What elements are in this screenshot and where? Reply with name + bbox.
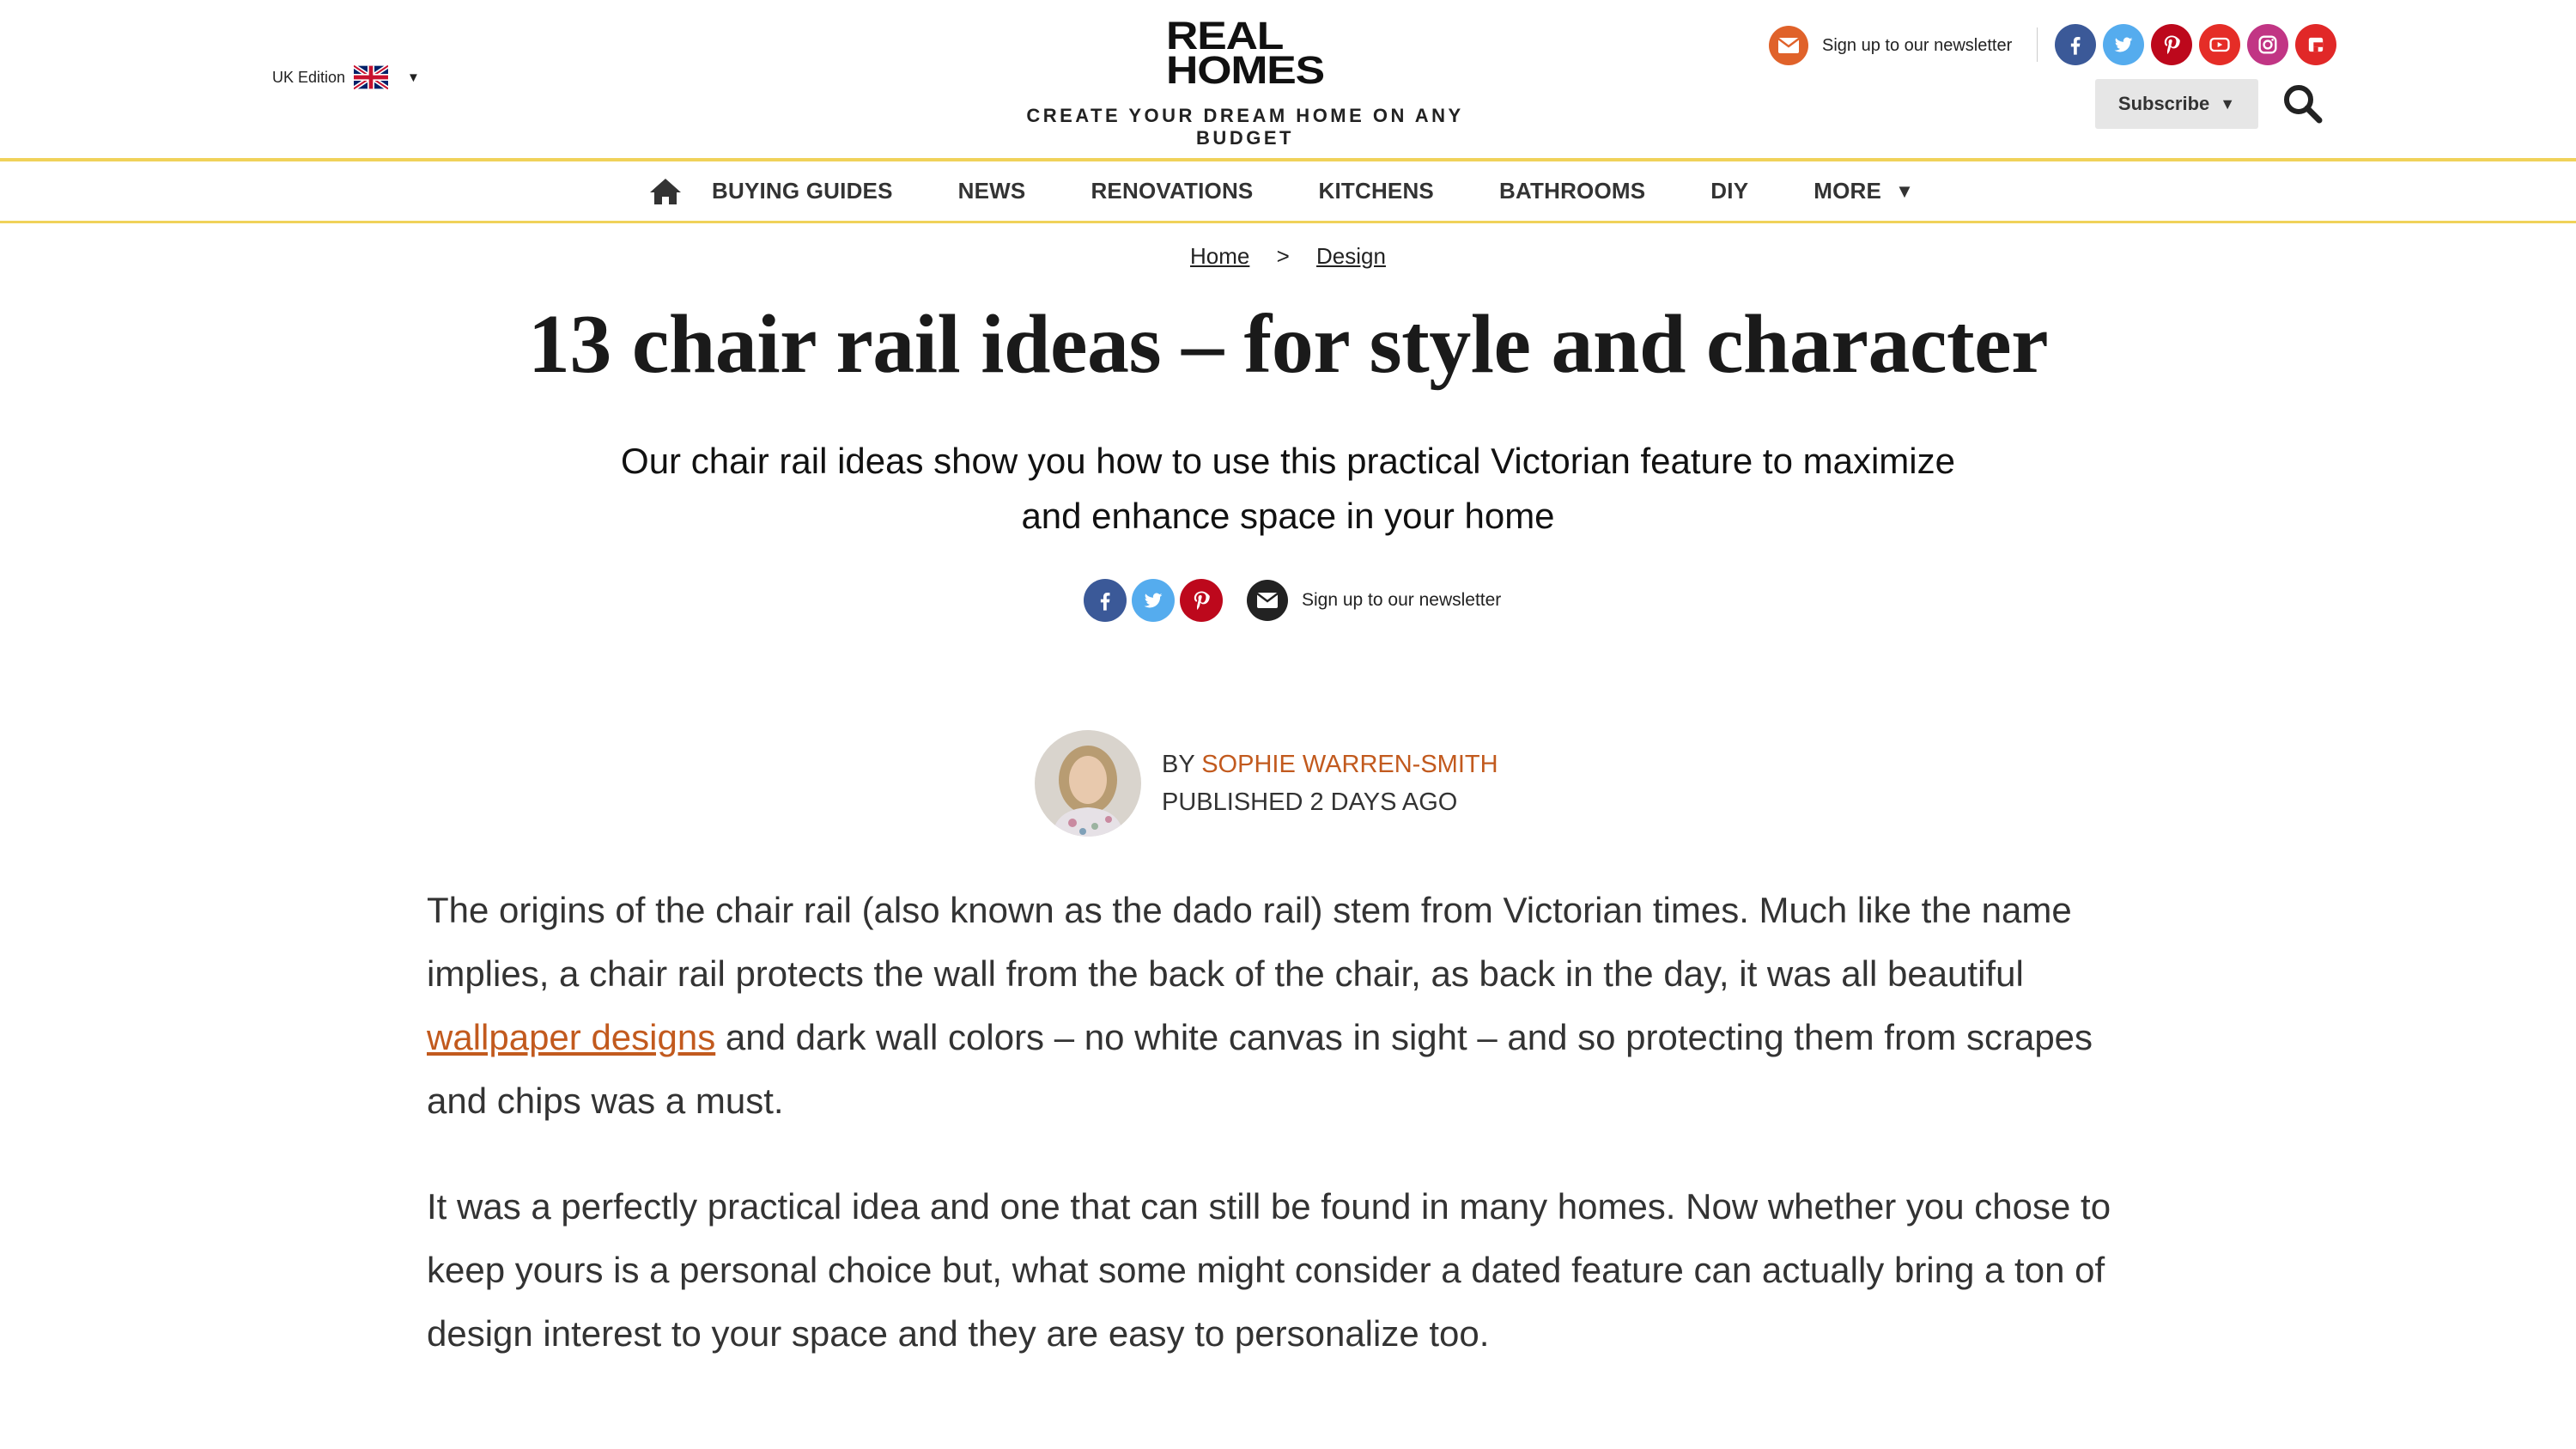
site-logo[interactable]: REAL HOMES xyxy=(1165,16,1325,92)
instagram-icon[interactable] xyxy=(2247,24,2288,65)
paragraph-1-text-a: The origins of the chair rail (also know… xyxy=(427,890,2072,994)
article-subtitle: Our chair rail ideas show you how to use… xyxy=(621,441,1955,536)
header-divider xyxy=(2037,27,2038,62)
newsletter-label: Sign up to our newsletter xyxy=(1822,35,2013,55)
share-pinterest-icon[interactable] xyxy=(1180,579,1223,622)
author-avatar[interactable] xyxy=(1035,730,1141,837)
flipboard-icon[interactable] xyxy=(2295,24,2336,65)
chevron-down-icon: ▼ xyxy=(2220,94,2236,113)
main-nav: BUYING GUIDES NEWS RENOVATIONS KITCHENS … xyxy=(0,158,2576,223)
wallpaper-designs-link[interactable]: wallpaper designs xyxy=(427,1017,715,1057)
breadcrumb-design-link[interactable]: Design xyxy=(1316,243,1386,269)
article-body: The origins of the chair rail (also know… xyxy=(427,879,2144,1408)
breadcrumb-separator: > xyxy=(1276,243,1290,269)
search-icon[interactable] xyxy=(2280,81,2326,127)
newsletter-signup-link[interactable]: Sign up to our newsletter xyxy=(1769,26,2012,65)
share-facebook-icon[interactable] xyxy=(1084,579,1127,622)
byline: BY SOPHIE WARREN-SMITH PUBLISHED 2 DAYS … xyxy=(1035,730,1498,837)
byline-prefix: BY xyxy=(1162,751,1202,778)
youtube-icon[interactable] xyxy=(2199,24,2240,65)
subscribe-label: Subscribe xyxy=(2117,93,2210,114)
social-links xyxy=(2055,24,2336,65)
nav-item-news[interactable]: NEWS xyxy=(958,178,1026,204)
byline-author-line: BY SOPHIE WARREN-SMITH xyxy=(1162,746,1498,783)
twitter-icon[interactable] xyxy=(2103,24,2144,65)
breadcrumb: Home > Design xyxy=(0,243,2576,270)
nav-item-bathrooms[interactable]: BATHROOMS xyxy=(1499,178,1645,204)
uk-flag-icon xyxy=(354,65,389,89)
nav-item-diy[interactable]: DIY xyxy=(1710,178,1748,204)
chevron-down-icon: ▼ xyxy=(1895,180,1915,202)
published-date: PUBLISHED 2 DAYS AGO xyxy=(1162,788,1458,816)
nav-item-buying-guides[interactable]: BUYING GUIDES xyxy=(712,178,893,204)
pinterest-icon[interactable] xyxy=(2151,24,2192,65)
facebook-icon[interactable] xyxy=(2055,24,2096,65)
subscribe-button[interactable]: Subscribe ▼ xyxy=(2095,79,2258,129)
edition-selector[interactable]: UK Edition ▼ xyxy=(272,65,420,89)
author-link[interactable]: SOPHIE WARREN-SMITH xyxy=(1201,751,1498,778)
share-envelope-icon[interactable] xyxy=(1247,580,1288,621)
nav-item-renovations[interactable]: RENOVATIONS xyxy=(1091,178,1253,204)
edition-label: UK Edition xyxy=(272,68,346,86)
nav-item-kitchens[interactable]: KITCHENS xyxy=(1318,178,1434,204)
paragraph-1: The origins of the chair rail (also know… xyxy=(427,879,2144,1133)
share-newsletter-label[interactable]: Sign up to our newsletter xyxy=(1302,590,1501,611)
breadcrumb-home-link[interactable]: Home xyxy=(1190,243,1249,269)
logo-line-2: HOMES xyxy=(1165,48,1325,92)
nav-more-label: MORE xyxy=(1814,178,1882,204)
envelope-icon xyxy=(1769,26,1808,65)
home-icon[interactable] xyxy=(648,176,683,207)
share-twitter-icon[interactable] xyxy=(1132,579,1175,622)
site-tagline: CREATE YOUR DREAM HOME ON ANY BUDGET xyxy=(1026,105,1464,149)
paragraph-2: It was a perfectly practical idea and on… xyxy=(427,1186,2111,1354)
chevron-down-icon: ▼ xyxy=(407,70,420,85)
share-bar: Sign up to our newsletter xyxy=(1084,579,1501,622)
nav-item-more[interactable]: MORE ▼ xyxy=(1814,178,1914,204)
article-title: 13 chair rail ideas – for style and char… xyxy=(527,298,2049,391)
